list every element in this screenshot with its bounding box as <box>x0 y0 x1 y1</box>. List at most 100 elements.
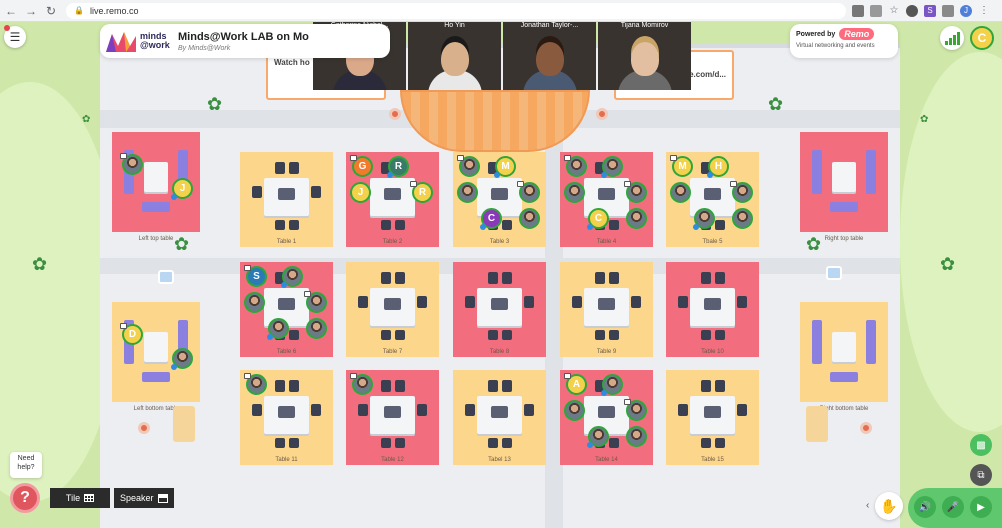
participant-avatar[interactable] <box>732 208 753 229</box>
table-5[interactable]: C Table 4 <box>560 152 653 247</box>
participant-avatar[interactable] <box>306 318 327 339</box>
participant-avatar[interactable] <box>626 208 647 229</box>
extension-s-icon[interactable]: S <box>924 4 936 17</box>
microphone-button[interactable]: 🎤 <box>942 496 964 518</box>
table-3[interactable]: G R J R Table 2 <box>346 152 439 247</box>
chair <box>737 404 747 416</box>
camera-off-icon <box>350 155 357 161</box>
chair <box>595 330 605 340</box>
chair <box>502 272 512 284</box>
raise-hand-button[interactable]: ✋ <box>875 492 903 520</box>
extension-icon-2[interactable] <box>942 4 954 17</box>
participant-avatar[interactable] <box>564 400 585 421</box>
laptop-icon <box>491 406 508 418</box>
participant-avatar[interactable] <box>457 182 478 203</box>
help-button[interactable]: ? <box>10 483 40 513</box>
speaker-volume-button[interactable]: 🔊 <box>914 496 936 518</box>
collapse-arrow-icon[interactable]: ‹ <box>866 500 869 511</box>
profile-avatar[interactable]: J <box>960 4 972 17</box>
participant-avatar[interactable]: J <box>350 182 371 203</box>
participant-avatar[interactable] <box>564 182 585 203</box>
verified-icon <box>601 390 607 396</box>
chair <box>395 272 405 284</box>
plant-icon: ✿ <box>32 254 48 274</box>
key-icon[interactable] <box>870 4 882 17</box>
table-14[interactable]: Right bottom table <box>800 302 888 412</box>
extension-icon[interactable] <box>906 4 918 17</box>
plant-icon: ✿ <box>920 114 929 125</box>
table-label: Table 11 <box>275 457 298 463</box>
table-4[interactable]: M C Table 3 <box>453 152 546 247</box>
table-8[interactable]: D Left bottom table <box>112 302 200 412</box>
table-2[interactable]: Table 1 <box>240 152 333 247</box>
camera-button[interactable]: ▶ <box>970 496 992 518</box>
chair <box>502 380 512 392</box>
reload-icon[interactable]: ↻ <box>42 2 60 20</box>
verified-icon <box>707 172 713 178</box>
laptop-icon <box>278 188 295 200</box>
verified-icon <box>601 172 607 178</box>
star-icon[interactable]: ☆ <box>888 5 900 17</box>
participant-avatar[interactable] <box>626 426 647 447</box>
hand-icon: ✋ <box>880 497 898 514</box>
address-bar[interactable]: 🔒 live.remo.co <box>66 2 846 19</box>
table-16[interactable]: Table 12 <box>346 370 439 465</box>
screen-share-button[interactable]: ⧉ <box>970 464 992 486</box>
table-label: Table 12 <box>381 457 404 463</box>
laptop-icon <box>384 298 401 310</box>
participant-avatar[interactable] <box>244 292 265 313</box>
table-17[interactable]: Tabel 13 <box>453 370 546 465</box>
chair <box>275 220 285 230</box>
chair <box>311 186 321 198</box>
table-11[interactable]: Table 8 <box>453 262 546 357</box>
camera-icon[interactable] <box>852 4 864 17</box>
table-13[interactable]: Table 10 <box>666 262 759 357</box>
connection-signal-icon[interactable] <box>940 26 964 50</box>
table-7[interactable]: Right top table <box>800 132 888 242</box>
chair <box>381 220 391 230</box>
powered-by-badge[interactable]: Powered by Remo Virtual networking and e… <box>790 24 898 58</box>
table-19[interactable]: Table 15 <box>666 370 759 465</box>
my-avatar[interactable]: C <box>970 26 994 50</box>
chair <box>289 330 299 340</box>
chat-button[interactable]: ▩ <box>970 434 992 456</box>
chair <box>701 330 711 340</box>
chair <box>381 272 391 284</box>
participant-avatar[interactable] <box>670 182 691 203</box>
verified-icon <box>494 172 500 178</box>
plant-icon: ✿ <box>806 234 822 254</box>
chair <box>572 296 582 308</box>
chair <box>311 404 321 416</box>
speaker-label: Speaker <box>120 493 154 503</box>
video-feed[interactable]: Tijana Momirov <box>598 22 691 90</box>
table-label: Table 3 <box>489 239 510 245</box>
video-feed[interactable]: Jonathan Taylor-... <box>503 22 596 90</box>
table-10[interactable]: Table 7 <box>346 262 439 357</box>
speaker-view-button[interactable]: Speaker <box>114 488 174 508</box>
browser-menu-icon[interactable]: ⋮ <box>978 5 990 17</box>
coffee-table <box>144 162 168 192</box>
table-18[interactable]: A Table 14 <box>560 370 653 465</box>
forward-icon[interactable]: → <box>22 2 40 20</box>
video-feed[interactable]: Ho Yin <box>408 22 501 90</box>
participant-avatar[interactable] <box>519 208 540 229</box>
table-9[interactable]: S Table 6 <box>240 262 333 357</box>
table-15[interactable]: Table 11 <box>240 370 333 465</box>
camera-off-icon <box>350 373 357 379</box>
table-label: Table 10 <box>701 349 724 355</box>
camera-off-icon <box>670 155 677 161</box>
desk <box>584 288 629 326</box>
chair <box>252 186 262 198</box>
powered-tagline: Virtual networking and events <box>796 43 875 49</box>
table-12[interactable]: Table 9 <box>560 262 653 357</box>
verified-icon <box>171 194 177 200</box>
chair <box>488 438 498 448</box>
table-1[interactable]: J Left top table <box>112 132 200 242</box>
table-label: Table 4 <box>596 239 617 245</box>
event-info: Minds@Work LAB on Mo By Minds@Work <box>178 31 309 52</box>
back-icon[interactable]: ← <box>2 2 20 20</box>
camera-off-icon <box>564 373 571 379</box>
tile-view-button[interactable]: Tile <box>50 488 110 508</box>
table-6[interactable]: M H Tbale 5 <box>666 152 759 247</box>
powered-label: Powered by <box>796 30 836 38</box>
